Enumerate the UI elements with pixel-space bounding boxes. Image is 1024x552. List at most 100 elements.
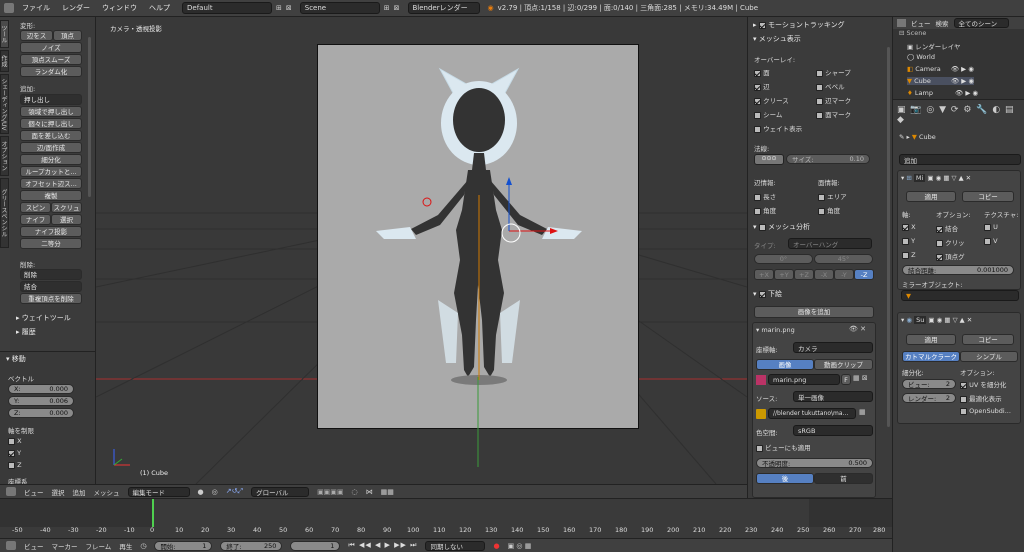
- movie-clip-tab-button[interactable]: 動画クリップ: [814, 359, 873, 370]
- weight-tools-panel-header[interactable]: ▸ ウェイトツール: [16, 313, 71, 323]
- tab-grease-pencil[interactable]: グリースペンシル: [0, 178, 9, 248]
- loopcut-button[interactable]: ループカットと...: [20, 166, 82, 177]
- pivot-icon[interactable]: ◎: [212, 488, 218, 496]
- vector-z-field[interactable]: Z: 0.000: [8, 408, 74, 418]
- delete-dropdown[interactable]: 削除: [20, 269, 82, 280]
- current-frame-field[interactable]: 1: [290, 540, 341, 551]
- back-button[interactable]: 後: [756, 473, 814, 484]
- axis-ny-button[interactable]: -Y: [834, 269, 854, 280]
- 3d-viewport[interactable]: カメラ・透視投影 (1) Cube: [96, 17, 747, 484]
- duplicate-button[interactable]: 複製: [20, 190, 82, 201]
- constraint-z-row[interactable]: Z: [8, 461, 22, 469]
- analysis-min-field[interactable]: 0°: [754, 254, 813, 264]
- overlay-edgemark-row[interactable]: 辺マーク: [816, 95, 851, 105]
- image-entry-icons[interactable]: 👁 ✕: [849, 325, 866, 333]
- timeline-view-menu[interactable]: ビュー: [24, 541, 44, 551]
- mirror-y-checkbox[interactable]: [902, 237, 909, 245]
- opensubdiv-row[interactable]: OpenSubdi...: [960, 407, 1011, 415]
- face-mark-checkbox[interactable]: [816, 111, 823, 119]
- edge-slide-button[interactable]: 辺をス: [20, 30, 53, 41]
- scene-close-icon[interactable]: ⊠: [394, 4, 400, 12]
- analysis-type-selector[interactable]: オーバーハング: [788, 238, 872, 249]
- extrude-individual-button[interactable]: 個々に押し出し: [20, 118, 82, 129]
- tab-tools[interactable]: ツール: [0, 20, 9, 48]
- subdivide-uv-checkbox[interactable]: [960, 381, 967, 389]
- overlay-crease-row[interactable]: クリース: [754, 95, 789, 105]
- mirror-u-row[interactable]: U: [984, 223, 998, 231]
- mirror-x-row[interactable]: X: [902, 223, 916, 231]
- randomize-button[interactable]: ランダム化: [20, 66, 82, 77]
- timeline-editor-icon[interactable]: [6, 541, 16, 550]
- scene-add-icon[interactable]: ⊞: [384, 4, 390, 12]
- face-angle-checkbox[interactable]: [818, 207, 825, 215]
- optimal-display-checkbox[interactable]: [960, 395, 967, 403]
- menu-view[interactable]: ビュー: [24, 487, 44, 497]
- overlay-seam-row[interactable]: シーム: [754, 109, 782, 119]
- face-angle-row[interactable]: 角度: [818, 205, 840, 215]
- mirror-clip-checkbox[interactable]: [936, 239, 943, 247]
- mesh-analysis-header[interactable]: ▾ メッシュ分析: [753, 222, 810, 232]
- make-edge-face-button[interactable]: 辺/面作成: [20, 142, 82, 153]
- menu-help[interactable]: ヘルプ: [145, 3, 174, 13]
- view-levels-field[interactable]: ビュー: 2: [902, 379, 956, 389]
- knife-select-button[interactable]: 選択: [51, 214, 82, 225]
- operator-title[interactable]: ▾ 移動: [6, 354, 26, 364]
- scene-selector[interactable]: Scene: [299, 2, 380, 14]
- image-filepath-field[interactable]: //blender tukuttano\ma...: [768, 408, 856, 419]
- menu-add[interactable]: 追加: [73, 487, 86, 497]
- catmull-clark-button[interactable]: カトマルクラーク: [902, 351, 960, 362]
- crease-checkbox[interactable]: [754, 97, 761, 105]
- render-levels-field[interactable]: レンダー: 2: [902, 393, 956, 403]
- pin-icon[interactable]: ✎: [899, 133, 904, 141]
- mode-selector[interactable]: 編集モード: [127, 486, 190, 497]
- extrude-dropdown[interactable]: 押し出し: [20, 94, 82, 105]
- area-checkbox[interactable]: [818, 193, 825, 201]
- mirror-vgroup-row[interactable]: 頂点グ: [936, 251, 965, 261]
- outliner-display-selector[interactable]: 全てのシーン: [953, 18, 1009, 28]
- overlay-edge-row[interactable]: 辺: [754, 81, 770, 91]
- mirror-toggle-icons[interactable]: ▣ ◉ ▦ ▽ ▲ ✕: [927, 174, 971, 182]
- outliner-scene-row[interactable]: ⊟ Scene: [899, 29, 926, 37]
- outliner-renderlayer-row[interactable]: ▣ レンダーレイヤ: [907, 41, 961, 51]
- image-axis-selector[interactable]: カメラ: [793, 342, 873, 353]
- face-checkbox[interactable]: [754, 69, 761, 77]
- outliner-view-menu[interactable]: ビュー: [911, 18, 931, 28]
- area-row[interactable]: エリア: [818, 191, 847, 201]
- outliner-cube-row[interactable]: ▼ Cube 👁 ▶ ◉: [907, 77, 975, 85]
- editor-type-icon[interactable]: [4, 3, 14, 13]
- analysis-max-field[interactable]: 45°: [814, 254, 873, 264]
- filepath-browse-icon[interactable]: ▦: [859, 408, 866, 416]
- screw-button[interactable]: スクリュ: [51, 202, 82, 213]
- add-modifier-dropdown[interactable]: 追加: [899, 154, 1021, 165]
- mirror-merge-row[interactable]: 結合: [936, 223, 958, 233]
- join-dropdown[interactable]: 結合: [20, 281, 82, 292]
- offset-edge-slide-button[interactable]: オフセット辺ス...: [20, 178, 82, 189]
- axis-nz-button[interactable]: -Z: [854, 269, 874, 280]
- constraint-z-checkbox[interactable]: [8, 461, 15, 469]
- vertex-slide-button[interactable]: 頂点: [53, 30, 82, 41]
- bevel-checkbox[interactable]: [816, 83, 823, 91]
- tab-create[interactable]: 作成: [0, 50, 9, 72]
- remove-doubles-button[interactable]: 重複頂点を削除: [20, 293, 82, 304]
- timeline-frame-menu[interactable]: フレーム: [86, 541, 112, 551]
- render-preview-icon[interactable]: ▦▦: [381, 488, 394, 496]
- bisect-button[interactable]: 二等分: [20, 238, 82, 249]
- extrude-region-button[interactable]: 領域で押し出し: [20, 106, 82, 117]
- edge-checkbox[interactable]: [754, 83, 761, 91]
- camera-visibility-icons[interactable]: 👁 ▶ ◉: [951, 65, 974, 73]
- mirror-z-row[interactable]: Z: [902, 251, 916, 259]
- weight-checkbox[interactable]: [754, 125, 761, 133]
- view-as-render-row[interactable]: ビューにも適用: [756, 442, 811, 452]
- vector-y-field[interactable]: Y: 0.006: [8, 396, 74, 406]
- length-row[interactable]: 長さ: [754, 191, 776, 201]
- start-frame-field[interactable]: 開始: 1: [154, 540, 213, 551]
- mesh-analysis-checkbox[interactable]: [758, 223, 766, 231]
- history-panel-header[interactable]: ▸ 履歴: [16, 327, 36, 337]
- length-checkbox[interactable]: [754, 193, 761, 201]
- image-browse-icons[interactable]: ▦ ⊠: [853, 374, 868, 382]
- edge-mark-checkbox[interactable]: [816, 97, 823, 105]
- preview-range-icon[interactable]: ◷: [140, 542, 146, 550]
- colorspace-selector[interactable]: sRGB: [793, 425, 873, 436]
- background-images-checkbox[interactable]: [758, 290, 766, 298]
- image-entry-header[interactable]: ▾ marin.png: [756, 326, 795, 334]
